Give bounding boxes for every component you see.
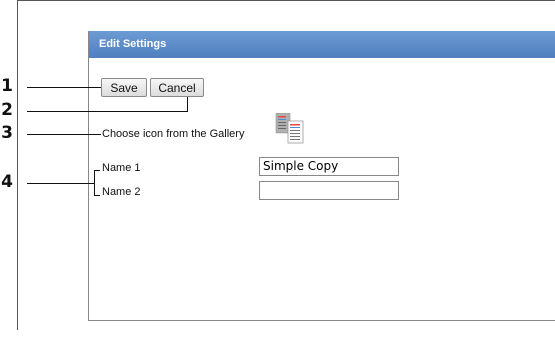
name2-field[interactable] xyxy=(259,181,399,200)
name1-label: Name 1 xyxy=(102,162,141,174)
name1-field[interactable]: Simple Copy xyxy=(259,157,399,176)
dialog-title: Edit Settings xyxy=(89,31,555,58)
callout-4-leader-h xyxy=(27,183,94,184)
save-button[interactable]: Save xyxy=(101,78,147,97)
copy-documents-icon[interactable] xyxy=(274,112,314,153)
callout-4-bracket xyxy=(94,170,95,196)
callout-4-bracket-bottom xyxy=(94,195,100,196)
callout-3: 3 xyxy=(1,123,13,143)
callout-1-leader xyxy=(27,87,101,88)
callout-2: 2 xyxy=(1,100,13,120)
callout-1: 1 xyxy=(1,76,13,96)
callout-2-leader-v xyxy=(187,97,188,112)
gallery-label[interactable]: Choose icon from the Gallery xyxy=(102,128,244,140)
callout-3-leader xyxy=(27,134,101,135)
name2-label: Name 2 xyxy=(102,186,141,198)
callout-4-bracket-top xyxy=(94,170,100,171)
cancel-button[interactable]: Cancel xyxy=(150,78,204,97)
callout-4: 4 xyxy=(1,172,13,192)
edit-settings-panel: Edit Settings Save Cancel Choose icon fr… xyxy=(88,31,555,321)
callout-2-leader-h xyxy=(27,111,188,112)
